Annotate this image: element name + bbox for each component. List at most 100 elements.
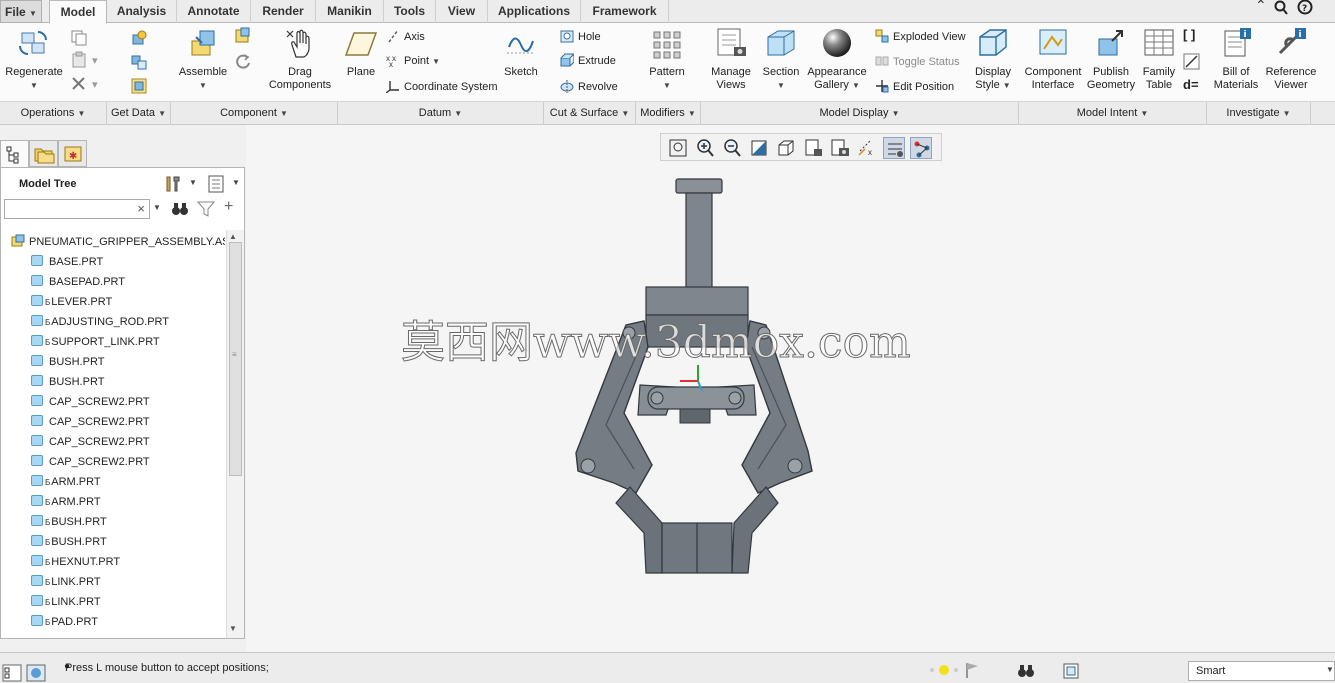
tree-item[interactable]: БADJUSTING_ROD.PRT: [31, 312, 169, 332]
edit-position-button[interactable]: Edit Position: [875, 79, 954, 95]
user-defined-feature-icon[interactable]: [130, 29, 148, 47]
add-icon[interactable]: +: [224, 198, 233, 216]
delete-icon[interactable]: [70, 75, 88, 93]
tree-item[interactable]: БPAD.PRT: [31, 612, 98, 632]
axis-button[interactable]: Axis: [386, 29, 425, 45]
paste-icon[interactable]: [70, 51, 88, 69]
graphics-area[interactable]: 莫西网www.3dmox.com: [246, 125, 1335, 652]
display-style-button[interactable]: Display Style ▼: [970, 27, 1016, 92]
revolve-button[interactable]: Revolve: [560, 79, 618, 95]
coordinate-system-button[interactable]: Coordinate System: [386, 79, 498, 95]
tab-render[interactable]: Render: [251, 0, 316, 23]
tree-item[interactable]: БSUPPORT_LINK.PRT: [31, 332, 160, 352]
tree-item[interactable]: БARM.PRT: [31, 472, 101, 492]
plane-button[interactable]: Plane: [340, 29, 382, 79]
tab-model-tree[interactable]: [0, 140, 29, 167]
refit-icon[interactable]: [667, 137, 689, 159]
tab-annotate[interactable]: Annotate: [177, 0, 251, 23]
group-get-data[interactable]: Get Data ▼: [107, 102, 171, 125]
tree-item[interactable]: CAP_SCREW2.PRT: [31, 452, 150, 472]
tree-item[interactable]: CAP_SCREW2.PRT: [31, 392, 150, 412]
tree-item[interactable]: БLEVER.PRT: [31, 292, 112, 312]
tree-settings-dropdown-icon[interactable]: ▼: [189, 178, 197, 187]
tab-folder-browser[interactable]: [29, 140, 58, 167]
tree-item[interactable]: BUSH.PRT: [31, 372, 104, 392]
group-datum[interactable]: Datum ▼: [338, 102, 544, 125]
reference-viewer-button[interactable]: i Reference Viewer: [1262, 27, 1320, 92]
zoom-out-icon[interactable]: [721, 137, 743, 159]
display-style-icon[interactable]: [775, 137, 797, 159]
group-model-display[interactable]: Model Display ▼: [701, 102, 1019, 125]
group-model-intent[interactable]: Model Intent ▼: [1019, 102, 1207, 125]
tab-framework[interactable]: Framework: [581, 0, 669, 23]
search-dropdown-icon[interactable]: ▼: [153, 203, 161, 212]
group-cut-surface[interactable]: Cut & Surface ▼: [544, 102, 636, 125]
selection-box-icon[interactable]: [1061, 661, 1081, 681]
group-operations[interactable]: Operations ▼: [0, 102, 107, 125]
tree-item[interactable]: БARM.PRT: [31, 492, 101, 512]
saved-orientations-icon[interactable]: [802, 137, 824, 159]
tree-item[interactable]: БHEXNUT.PRT: [31, 552, 120, 572]
tree-search-input[interactable]: ×: [4, 199, 150, 219]
scroll-down-icon[interactable]: ▼: [229, 624, 237, 633]
sketch-button[interactable]: Sketch: [500, 29, 542, 79]
manage-views-button[interactable]: Manage Views: [706, 27, 756, 92]
repeat-icon[interactable]: [234, 53, 252, 71]
spin-center-icon[interactable]: [883, 137, 905, 159]
clear-search-icon[interactable]: ×: [137, 201, 145, 216]
selection-filter-dropdown[interactable]: Smart: [1188, 661, 1335, 681]
find-icon[interactable]: [1016, 663, 1036, 679]
filter-icon[interactable]: [197, 201, 215, 217]
hole-button[interactable]: Hole: [560, 29, 601, 45]
view-manager-icon[interactable]: [829, 137, 851, 159]
appearance-gallery-button[interactable]: Appearance Gallery ▼: [804, 27, 870, 92]
repaint-icon[interactable]: [748, 137, 770, 159]
delete-dropdown-icon[interactable]: ▾: [92, 77, 98, 93]
find-binoculars-icon[interactable]: [171, 201, 189, 217]
tree-item[interactable]: BUSH.PRT: [31, 352, 104, 372]
search-icon[interactable]: [1273, 0, 1289, 16]
datum-display-filters-icon[interactable]: x: [856, 137, 878, 159]
exploded-view-button[interactable]: Exploded View: [875, 29, 966, 45]
tree-root[interactable]: PNEUMATIC_GRIPPER_ASSEMBLY.ASM: [11, 232, 225, 252]
assemble-button[interactable]: Assemble ▼: [176, 27, 230, 92]
tab-favorites[interactable]: ✱: [58, 140, 87, 167]
group-component[interactable]: Component ▼: [171, 102, 338, 125]
tree-item[interactable]: БBUSH.PRT: [31, 532, 107, 552]
tab-analysis[interactable]: Analysis: [107, 0, 177, 23]
tree-item[interactable]: БLINK.PRT: [31, 592, 101, 612]
tree-item[interactable]: БLINK.PRT: [31, 572, 101, 592]
toggle-navigator-icon[interactable]: [2, 664, 22, 682]
file-menu[interactable]: File ▼: [0, 0, 42, 23]
relations-icon[interactable]: d=: [1183, 77, 1199, 93]
toggle-status-button[interactable]: Toggle Status: [875, 54, 960, 70]
show-dropdown-icon[interactable]: ▼: [232, 178, 240, 187]
help-icon[interactable]: ?: [1297, 0, 1315, 16]
publish-geometry-button[interactable]: Publish Geometry: [1084, 27, 1138, 92]
bill-of-materials-button[interactable]: i Bill of Materials: [1210, 27, 1262, 92]
scroll-thumb[interactable]: [229, 242, 242, 476]
regenerate-button[interactable]: Regenerate ▼: [4, 27, 64, 92]
point-button[interactable]: x x x Point ▼: [386, 53, 440, 69]
tab-manikin[interactable]: Manikin: [316, 0, 384, 23]
zoom-in-icon[interactable]: [694, 137, 716, 159]
tree-settings-icon[interactable]: [163, 174, 183, 194]
create-component-icon[interactable]: [234, 27, 252, 45]
tree-item[interactable]: БBUSH.PRT: [31, 512, 107, 532]
copy-icon[interactable]: [70, 29, 88, 47]
tree-item[interactable]: CAP_SCREW2.PRT: [31, 432, 150, 452]
toggle-browser-icon[interactable]: [26, 664, 46, 682]
tree-scrollbar[interactable]: ▲ ≡ ▼: [226, 230, 244, 638]
drag-components-button[interactable]: Drag Components: [263, 27, 337, 92]
section-button[interactable]: Section ▼: [760, 27, 802, 92]
copy-geometry-icon[interactable]: [130, 53, 148, 71]
parameters-icon[interactable]: [ ]: [1183, 27, 1195, 43]
tree-item[interactable]: BASE.PRT: [31, 252, 103, 272]
group-modifiers[interactable]: Modifiers ▼: [636, 102, 701, 125]
component-interface-button[interactable]: Component Interface: [1022, 27, 1084, 92]
flag-icon[interactable]: [964, 661, 980, 679]
tab-view[interactable]: View: [436, 0, 488, 23]
tab-model[interactable]: Model: [49, 0, 107, 24]
switch-dimensions-icon[interactable]: [1183, 53, 1201, 71]
group-investigate[interactable]: Investigate ▼: [1207, 102, 1311, 125]
